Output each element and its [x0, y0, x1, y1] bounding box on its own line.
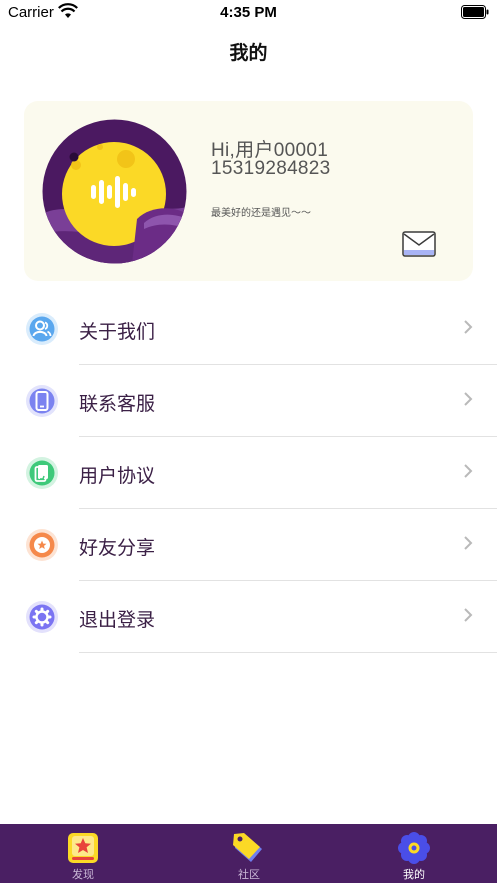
divider — [79, 652, 497, 653]
user-phone: 15319284823 — [211, 158, 331, 179]
menu-label-about-us: 关于我们 — [79, 322, 156, 343]
tab-bar: 发现 社区 我的 — [0, 824, 497, 883]
phone-icon — [25, 384, 59, 418]
tab-label-discover: 发现 — [72, 869, 94, 881]
clock-time: 4:35 PM — [220, 4, 277, 21]
document-icon — [25, 456, 59, 490]
menu-item-about-us[interactable]: 关于我们 — [0, 293, 497, 365]
chevron-right-icon — [463, 319, 473, 340]
tag-icon — [232, 831, 266, 865]
menu-item-user-agreement[interactable]: 用户协议 — [0, 437, 497, 509]
tab-label-community: 社区 — [238, 869, 260, 881]
settings-menu: 关于我们 联系客服 用户协议 好友分享 退出登录 — [0, 293, 497, 653]
profile-card: Hi,用户00001 15319284823 最美好的还是遇见～～ — [24, 101, 473, 281]
mail-icon[interactable] — [402, 231, 436, 257]
discover-star-icon — [66, 831, 100, 865]
menu-item-logout[interactable]: 退出登录 — [0, 581, 497, 653]
battery-icon — [461, 5, 489, 24]
star-badge-icon — [25, 528, 59, 562]
gear-icon — [25, 600, 59, 634]
menu-label-contact-support: 联系客服 — [79, 394, 156, 415]
user-motto: 最美好的还是遇见～～ — [211, 208, 311, 219]
page-title: 我的 — [229, 43, 268, 64]
menu-label-user-agreement: 用户协议 — [79, 466, 156, 487]
avatar[interactable] — [42, 119, 187, 264]
chevron-right-icon — [463, 391, 473, 412]
menu-label-share-friends: 好友分享 — [79, 538, 156, 559]
person-icon — [25, 312, 59, 346]
menu-label-logout: 退出登录 — [79, 610, 156, 631]
chevron-right-icon — [463, 607, 473, 628]
menu-item-contact-support[interactable]: 联系客服 — [0, 365, 497, 437]
flower-gear-icon — [397, 831, 431, 865]
status-bar: Carrier 4:35 PM — [0, 0, 497, 26]
tab-discover[interactable]: 发现 — [0, 824, 166, 883]
chevron-right-icon — [463, 535, 473, 556]
tab-community[interactable]: 社区 — [166, 824, 332, 883]
tab-label-mine: 我的 — [403, 869, 425, 881]
menu-item-share-friends[interactable]: 好友分享 — [0, 509, 497, 581]
chevron-right-icon — [463, 463, 473, 484]
tab-mine[interactable]: 我的 — [331, 824, 497, 883]
